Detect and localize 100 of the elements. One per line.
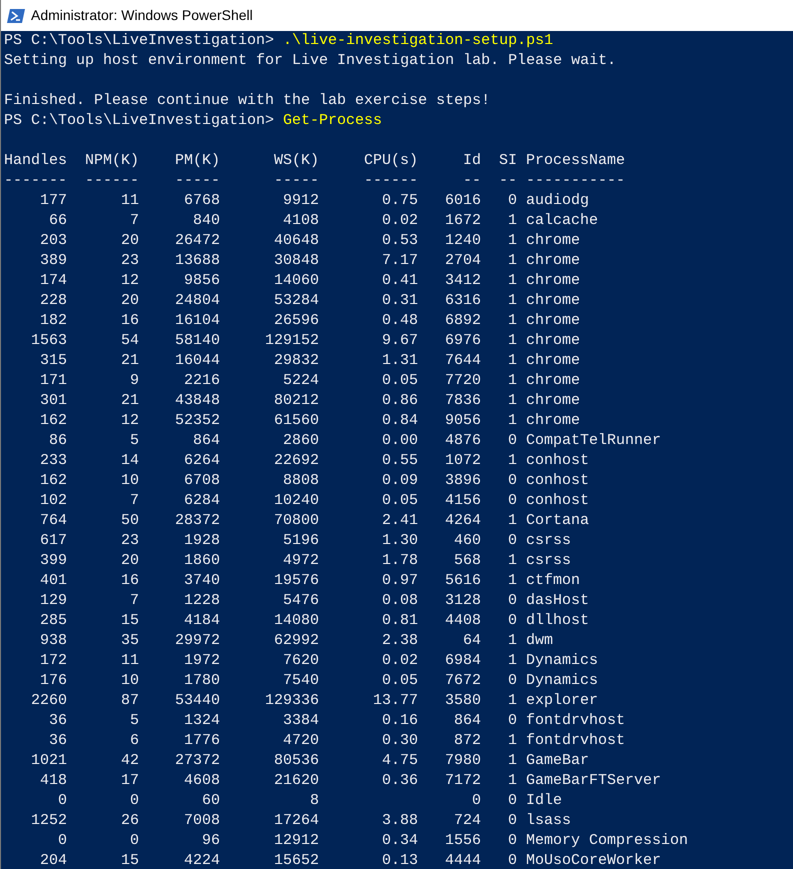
table-cell-text: explorer: [525, 691, 598, 711]
table-cell-text: Idle: [525, 791, 562, 811]
table-cell-text: 0: [507, 811, 518, 831]
table-cell-text: 0.05: [381, 491, 418, 511]
table-cell-text: 54: [120, 331, 139, 351]
table-cell-text: 80212: [273, 391, 320, 411]
table-cell-text: 17: [120, 771, 139, 791]
table-cell-text: 0: [507, 431, 518, 451]
table-cell-text: 4264: [444, 511, 482, 531]
table-cell-text: 0.55: [381, 451, 418, 471]
table-cell-text: 12: [120, 411, 139, 431]
table-cell-text: Dynamics: [525, 651, 598, 671]
table-cell-text: 724: [453, 811, 482, 831]
table-cell-text: 1: [507, 391, 518, 411]
table-cell-text: 1: [507, 211, 518, 231]
table-cell-text: 1860: [182, 551, 220, 571]
table-cell-text: GameBar: [525, 751, 590, 771]
table-cell-text: 10: [120, 471, 139, 491]
table-cell-text: 3896: [444, 471, 482, 491]
table-cell-text: 40648: [273, 231, 320, 251]
table-cell-text: 1: [507, 271, 518, 291]
table-cell-text: chrome: [525, 271, 580, 291]
table-cell-text: 0: [507, 531, 518, 551]
table-cell-text: 21620: [273, 771, 320, 791]
header-rule: ------: [84, 171, 139, 191]
table-cell-text: 42: [120, 751, 139, 771]
table-cell-text: chrome: [525, 251, 580, 271]
table-cell-text: 1: [507, 331, 518, 351]
table-cell-text: conhost: [525, 491, 590, 511]
table-cell-text: 0.31: [381, 291, 418, 311]
table-cell-text: 0.41: [381, 271, 418, 291]
table-cell-text: 401: [38, 571, 67, 591]
table-cell-text: 7672: [444, 671, 482, 691]
table-cell-text: 4408: [444, 611, 482, 631]
table-cell-text: 8: [309, 791, 320, 811]
table-cell-text: 129152: [264, 331, 320, 351]
table-cell-text: 16: [120, 571, 139, 591]
table-cell-text: 864: [453, 711, 482, 731]
table-cell-text: 13.77: [372, 691, 418, 711]
table-cell-text: 0: [507, 591, 518, 611]
table-cell-text: 87: [120, 691, 139, 711]
table-cell-text: 162: [38, 471, 67, 491]
table-cell-text: 315: [38, 351, 67, 371]
table-cell-text: 10240: [273, 491, 320, 511]
table-cell-text: 9056: [444, 411, 482, 431]
table-cell-text: 0: [128, 831, 139, 851]
command-text: .\live-investigation-setup.ps1: [283, 31, 554, 51]
table-cell-text: 7644: [444, 351, 482, 371]
table-cell-text: 1: [507, 311, 518, 331]
table-cell-text: 2.38: [381, 631, 418, 651]
output-text: Finished. Please continue with the lab exercise steps!: [4, 91, 490, 111]
header-rule: -------: [4, 171, 67, 191]
table-cell-text: 1072: [444, 451, 482, 471]
table-cell-text: audiodg: [525, 191, 590, 211]
table-cell-text: 389: [38, 251, 67, 271]
table-cell-text: 3128: [444, 591, 482, 611]
table-cell-text: 764: [38, 511, 67, 531]
table-cell-text: 53440: [174, 691, 220, 711]
table-cell-text: 0: [507, 191, 518, 211]
table-cell-text: 1.30: [381, 531, 418, 551]
table-cell-text: 1240: [444, 231, 482, 251]
table-cell-text: 20: [120, 551, 139, 571]
table-cell-text: calcache: [525, 211, 598, 231]
table-cell-text: chrome: [525, 411, 580, 431]
table-cell-text: 1780: [182, 671, 220, 691]
table-cell-text: chrome: [525, 371, 580, 391]
table-cell-text: 66: [48, 211, 67, 231]
table-cell-text: 7: [128, 491, 139, 511]
header-rule: --: [462, 171, 482, 191]
table-cell-text: 9: [128, 371, 139, 391]
table-cell-text: 3.88: [381, 811, 418, 831]
table-cell-text: 4184: [182, 611, 220, 631]
table-cell-text: chrome: [525, 231, 580, 251]
table-cell-text: 162: [38, 411, 67, 431]
table-cell-text: 7620: [282, 651, 320, 671]
table-cell-text: 5: [128, 711, 139, 731]
table-cell-text: 0.81: [381, 611, 418, 631]
column-header: ProcessName: [525, 151, 626, 171]
table-cell-text: 50: [120, 511, 139, 531]
table-cell-text: conhost: [525, 471, 590, 491]
table-cell-text: 6264: [182, 451, 220, 471]
table-cell-text: 1: [507, 511, 518, 531]
table-cell-text: 1252: [30, 811, 67, 831]
table-cell-text: 0: [507, 851, 518, 869]
table-cell-text: chrome: [525, 291, 580, 311]
table-cell-text: 0.09: [381, 471, 418, 491]
table-cell-text: 21: [120, 351, 139, 371]
table-cell-text: 0: [507, 471, 518, 491]
table-cell-text: GameBarFTServer: [525, 771, 662, 791]
table-cell-text: 7836: [444, 391, 482, 411]
table-cell-text: MoUsoCoreWorker: [525, 851, 662, 869]
table-cell-text: 6316: [444, 291, 482, 311]
table-cell-text: 3580: [444, 691, 482, 711]
table-cell-text: 171: [38, 371, 67, 391]
table-cell-text: 228: [38, 291, 67, 311]
table-cell-text: 29832: [273, 351, 320, 371]
table-cell-text: 6016: [444, 191, 482, 211]
table-cell-text: 9912: [282, 191, 320, 211]
table-cell-text: 418: [38, 771, 67, 791]
table-cell-text: chrome: [525, 331, 580, 351]
